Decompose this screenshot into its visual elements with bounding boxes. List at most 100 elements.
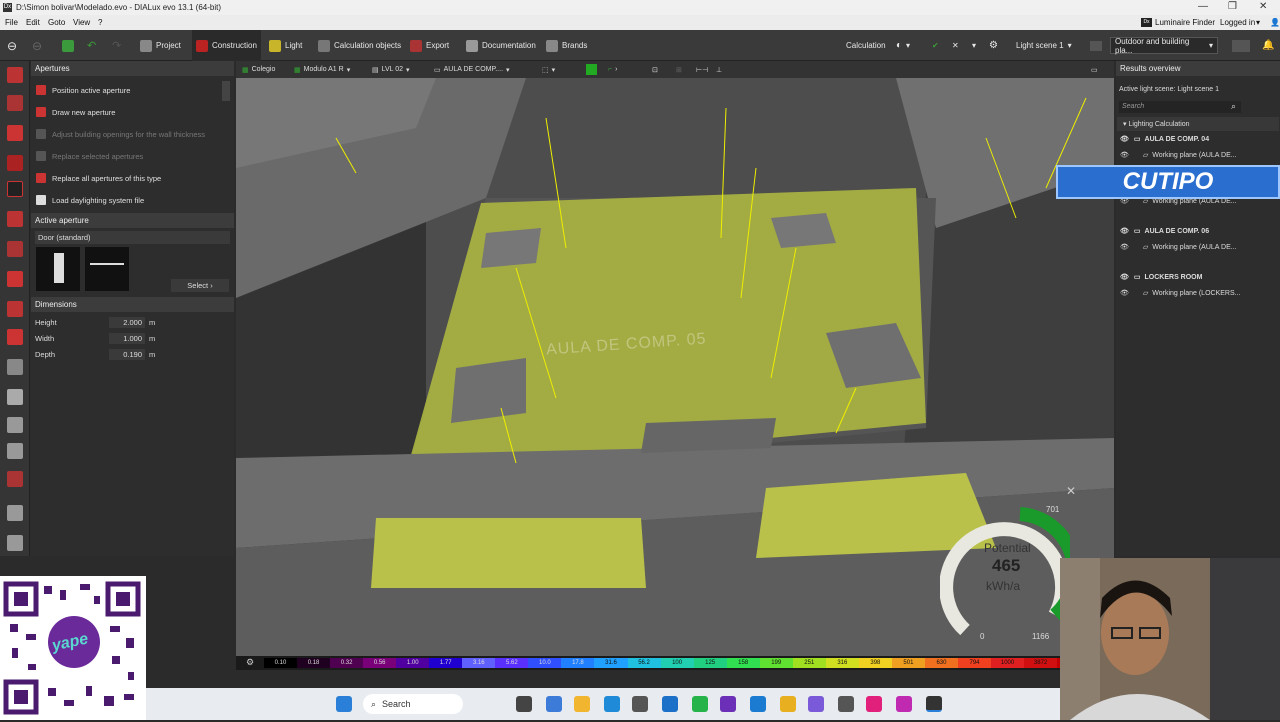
layout-button[interactable] bbox=[1228, 30, 1254, 61]
search-icon[interactable]: ⌕ bbox=[1231, 101, 1236, 112]
chrome-icon[interactable] bbox=[780, 696, 796, 712]
vscode-icon[interactable] bbox=[750, 696, 766, 712]
import-tool-icon[interactable] bbox=[7, 67, 23, 83]
logged-in-menu[interactable]: Logged in bbox=[1220, 18, 1255, 27]
view-3d-button[interactable] bbox=[586, 63, 597, 76]
fit-view-button[interactable]: ⊡ bbox=[652, 63, 658, 76]
room-tool-icon[interactable] bbox=[7, 389, 23, 405]
menu-edit[interactable]: Edit bbox=[26, 18, 40, 27]
action-draw-aperture[interactable]: Draw new aperture bbox=[36, 105, 115, 119]
building-tool-icon[interactable] bbox=[7, 125, 23, 141]
calc-ok-button[interactable]: ✔ bbox=[928, 30, 943, 61]
view-plan-button[interactable]: ⌐ › bbox=[608, 63, 617, 76]
screen-button[interactable]: ▭ bbox=[1091, 63, 1098, 76]
eye-icon[interactable]: 👁 bbox=[1120, 151, 1129, 159]
zoom-button[interactable]: ⊞ bbox=[676, 63, 682, 76]
eye-icon[interactable]: 👁 bbox=[1120, 227, 1129, 235]
select-mode-button[interactable]: ⬚ ▾ bbox=[542, 63, 555, 76]
height-input[interactable]: 2.000 bbox=[109, 317, 145, 328]
result-row[interactable]: 👁 ▭ LOCKERS ROOM bbox=[1116, 271, 1280, 283]
depth-input[interactable]: 0.190 bbox=[109, 349, 145, 360]
whatsapp-icon[interactable] bbox=[692, 696, 708, 712]
action-adjust-openings[interactable]: Adjust building openings for the wall th… bbox=[36, 127, 205, 141]
tiktok-icon[interactable] bbox=[866, 696, 882, 712]
settings-button[interactable]: ⚙ bbox=[985, 30, 1002, 61]
taskbar-search[interactable]: ⌕ Search bbox=[363, 694, 463, 714]
measure-button[interactable]: ⊢⊣ bbox=[696, 63, 708, 76]
calculation-toggle[interactable]: ◐ ▾ bbox=[892, 30, 914, 61]
cut-tool-icon[interactable] bbox=[7, 359, 23, 375]
calc-options-button[interactable]: ▾ bbox=[968, 30, 980, 61]
ceiling-tool-icon[interactable] bbox=[7, 301, 23, 317]
aperture-preview[interactable] bbox=[36, 247, 80, 291]
eye-icon[interactable]: 👁 bbox=[1120, 243, 1129, 251]
eye-icon[interactable]: 👁 bbox=[1120, 135, 1129, 143]
scene-action-button[interactable] bbox=[1086, 30, 1106, 61]
action-replace-selected[interactable]: Replace selected apertures bbox=[36, 149, 143, 163]
dialux-taskbar-icon[interactable] bbox=[926, 696, 942, 712]
room-selector[interactable]: ▭ AULA DE COMP.... ▾ bbox=[434, 63, 510, 76]
gear-icon[interactable]: ⚙ bbox=[246, 657, 254, 668]
panel-scrollbar[interactable] bbox=[222, 81, 230, 101]
result-row[interactable]: 👁 ▱ Working plane (AULA DE... bbox=[1116, 149, 1280, 161]
building-selector[interactable]: ▦ Colegio bbox=[242, 63, 275, 76]
task-view-icon[interactable] bbox=[516, 696, 532, 712]
menu-help[interactable]: ? bbox=[98, 18, 102, 27]
store-icon[interactable] bbox=[632, 696, 648, 712]
dimension-button[interactable]: ⊥ bbox=[716, 63, 722, 76]
door-tool-icon[interactable] bbox=[7, 241, 23, 257]
discord-icon[interactable] bbox=[808, 696, 824, 712]
aperture-section-preview[interactable] bbox=[85, 247, 129, 291]
file-explorer-icon[interactable] bbox=[574, 696, 590, 712]
menu-goto[interactable]: Goto bbox=[48, 18, 65, 27]
window-tool-icon[interactable] bbox=[7, 211, 23, 227]
tab-export[interactable]: Export bbox=[406, 30, 453, 61]
teams-icon[interactable] bbox=[720, 696, 736, 712]
eye-icon[interactable]: 👁 bbox=[1120, 289, 1129, 297]
dwg-tool-icon[interactable] bbox=[7, 95, 23, 111]
app-icon[interactable] bbox=[838, 696, 854, 712]
tab-brands[interactable]: Brands bbox=[542, 30, 591, 61]
aperture-tool-icon[interactable] bbox=[7, 181, 23, 197]
undo-button[interactable]: ↶ bbox=[83, 30, 100, 61]
scene-select[interactable]: Outdoor and building pla... ▾ bbox=[1110, 37, 1218, 55]
width-input[interactable]: 1.000 bbox=[109, 333, 145, 344]
user-icon[interactable]: 👤 bbox=[1270, 18, 1280, 27]
minimize-icon[interactable]: — bbox=[1198, 1, 1208, 12]
tab-calculation-objects[interactable]: Calculation objects bbox=[314, 30, 405, 61]
result-row[interactable]: 👁 ▱ Working plane (LOCKERS... bbox=[1116, 287, 1280, 299]
cursor-icon[interactable] bbox=[896, 696, 912, 712]
calc-cancel-button[interactable]: ✕ bbox=[948, 30, 963, 61]
result-row[interactable]: 👁 ▭ AULA DE COMP. 06 bbox=[1116, 225, 1280, 237]
back-button[interactable]: ⊖ bbox=[3, 30, 21, 61]
lighting-calc-group[interactable]: ▾ Lighting Calculation bbox=[1117, 117, 1279, 131]
edge-icon[interactable] bbox=[604, 696, 620, 712]
windows-start-icon[interactable] bbox=[336, 696, 352, 712]
tab-project[interactable]: Project bbox=[136, 30, 185, 61]
wave-tool-icon[interactable] bbox=[7, 471, 23, 487]
roof-tool-icon[interactable] bbox=[7, 271, 23, 287]
tab-light[interactable]: Light bbox=[265, 30, 306, 61]
action-position-aperture[interactable]: Position active aperture bbox=[36, 83, 130, 97]
tab-construction[interactable]: Construction bbox=[192, 30, 261, 61]
light-scene-select[interactable]: Light scene 1 ▾ bbox=[1012, 30, 1076, 61]
save-button[interactable] bbox=[58, 30, 78, 61]
close-icon[interactable]: ✕ bbox=[1259, 1, 1267, 12]
storey-tool-icon[interactable] bbox=[7, 155, 23, 171]
level-selector[interactable]: ▤ LVL 02 ▾ bbox=[372, 63, 410, 76]
action-replace-all[interactable]: Replace all apertures of this type bbox=[36, 171, 161, 185]
table-tool-icon[interactable] bbox=[7, 417, 23, 433]
forward-button[interactable]: ⊖ bbox=[28, 30, 46, 61]
module-selector[interactable]: ▦ Modulo A1 R ▾ bbox=[294, 63, 350, 76]
notifications-button[interactable]: 🔔 bbox=[1258, 30, 1278, 61]
menu-file[interactable]: File bbox=[5, 18, 18, 27]
close-gauge-icon[interactable]: ✕ bbox=[1066, 484, 1076, 498]
action-load-daylighting[interactable]: Load daylighting system file bbox=[36, 193, 144, 207]
results-search-input[interactable]: Search bbox=[1119, 101, 1241, 113]
frame-tool-icon[interactable] bbox=[7, 505, 23, 521]
result-row[interactable]: 👁 ▱ Working plane (AULA DE... bbox=[1116, 241, 1280, 253]
maximize-icon[interactable]: ❐ bbox=[1228, 1, 1237, 12]
outlook-icon[interactable] bbox=[662, 696, 678, 712]
result-row[interactable]: 👁 ▭ AULA DE COMP. 04 bbox=[1116, 133, 1280, 145]
measure-tool-icon[interactable] bbox=[7, 535, 23, 551]
